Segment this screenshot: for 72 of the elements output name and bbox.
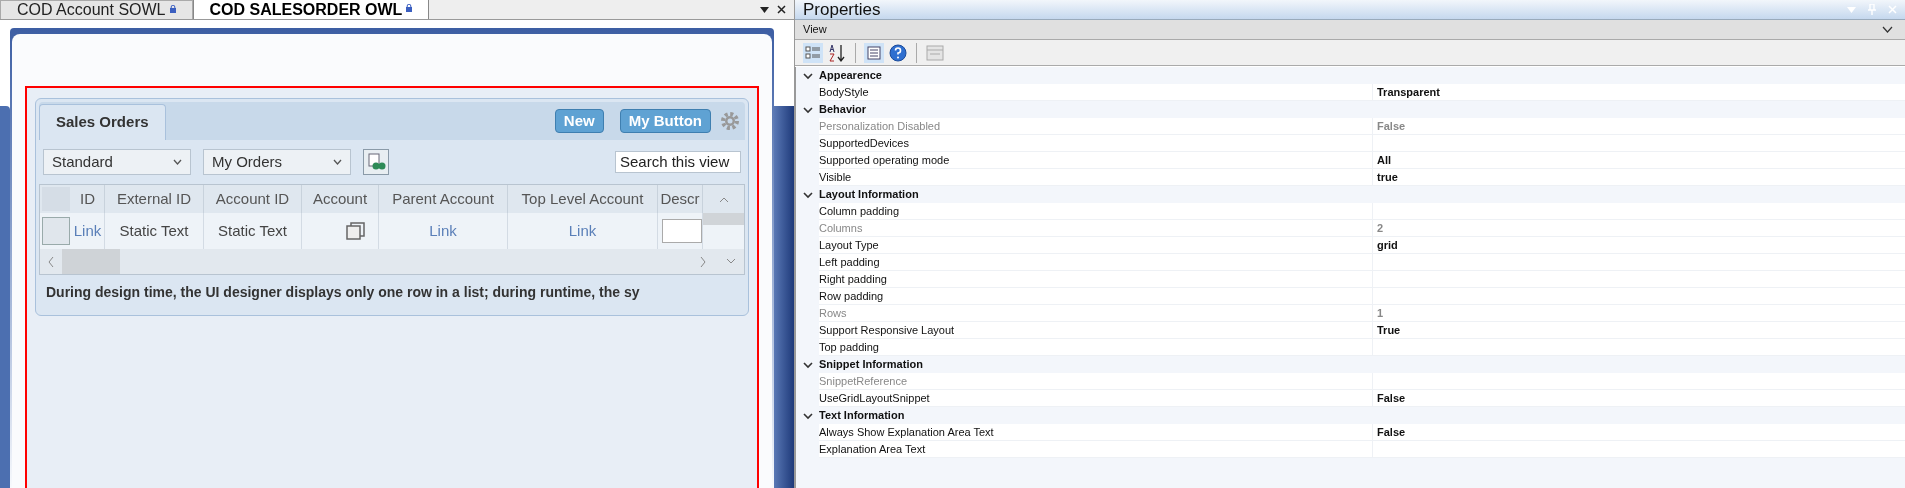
- property-name[interactable]: Row padding: [819, 287, 884, 305]
- search-field[interactable]: Search this view: [615, 151, 741, 173]
- property-name[interactable]: SupportedDevices: [819, 134, 909, 152]
- explanation-text: During design time, the UI designer displays only one row in a list; during runtime, the sy: [46, 283, 641, 302]
- property-value[interactable]: grid: [1377, 236, 1398, 254]
- property-name[interactable]: Always Show Explanation Area Text: [819, 423, 994, 441]
- scrollbar-thumb[interactable]: [62, 249, 120, 274]
- property-name[interactable]: Supported operating mode: [819, 151, 950, 169]
- column-header[interactable]: Parent Account: [379, 185, 508, 213]
- panel-title: Properties: [803, 0, 881, 21]
- chevron-down-icon[interactable]: [802, 104, 813, 115]
- category-header[interactable]: Snippet Information: [819, 356, 923, 373]
- property-name[interactable]: Right padding: [819, 270, 887, 288]
- property-name[interactable]: Explanation Area Text: [819, 440, 926, 458]
- table-link[interactable]: Link: [429, 219, 457, 243]
- copy-icon[interactable]: [346, 221, 366, 241]
- column-header[interactable]: Account ID: [204, 185, 302, 213]
- chevron-down-icon[interactable]: [802, 70, 813, 81]
- input-field[interactable]: [662, 219, 702, 243]
- binoculars-icon[interactable]: [363, 149, 389, 175]
- category-header[interactable]: Appearence: [819, 67, 882, 84]
- lock-icon: [169, 5, 176, 13]
- category-header[interactable]: Behavior: [819, 101, 867, 118]
- property-name[interactable]: BodyStyle: [819, 83, 869, 101]
- property-name[interactable]: Support Responsive Layout: [819, 321, 955, 339]
- table-cell-text: Static Text: [218, 220, 287, 241]
- panel-tab[interactable]: Sales Orders: [39, 104, 166, 140]
- document-tab[interactable]: COD Account SOWL: [0, 0, 193, 19]
- scroll-up-icon[interactable]: [718, 195, 729, 203]
- close-icon[interactable]: [777, 5, 786, 14]
- column-header[interactable]: External ID: [105, 185, 204, 213]
- property-name[interactable]: UseGridLayoutSnippet: [819, 389, 930, 407]
- window-icon[interactable]: [925, 42, 945, 63]
- column-header[interactable]: ID: [71, 185, 105, 213]
- table-cell-text: Static Text: [119, 220, 189, 241]
- chevron-down-icon: [1882, 26, 1893, 33]
- category-header[interactable]: Layout Information: [819, 186, 919, 203]
- view-dropdown[interactable]: Standard: [43, 149, 191, 175]
- chevron-down-icon[interactable]: [802, 359, 813, 370]
- property-value[interactable]: All: [1377, 151, 1392, 169]
- property-value[interactable]: True: [1377, 321, 1401, 339]
- table-link[interactable]: Link: [73, 219, 102, 243]
- caret-icon: [173, 159, 182, 165]
- property-name[interactable]: Column padding: [819, 202, 900, 220]
- view-dropdown[interactable]: View: [795, 20, 1905, 40]
- property-value[interactable]: Transparent: [1377, 83, 1440, 101]
- dropdown-icon[interactable]: [760, 6, 769, 13]
- property-name[interactable]: Top padding: [819, 338, 879, 356]
- settings-icon[interactable]: [719, 110, 741, 132]
- view-dropdown[interactable]: My Orders: [203, 149, 351, 175]
- row-header-cell[interactable]: [41, 217, 70, 245]
- help-icon[interactable]: [888, 42, 908, 63]
- column-header[interactable]: Top Level Account: [508, 185, 658, 213]
- lock-icon: [406, 4, 413, 12]
- chevron-down-icon[interactable]: [802, 410, 813, 421]
- sort-alphabetical-icon[interactable]: [827, 42, 847, 63]
- property-name[interactable]: Layout Type: [819, 236, 879, 254]
- property-value[interactable]: False: [1377, 423, 1406, 441]
- chevron-down-icon[interactable]: [802, 189, 813, 200]
- category-header[interactable]: Text Information: [819, 407, 905, 424]
- property-value[interactable]: False: [1377, 389, 1406, 407]
- caret-icon: [333, 159, 342, 165]
- column-header[interactable]: Descr: [658, 185, 703, 213]
- property-list-icon[interactable]: [864, 42, 884, 63]
- column-header[interactable]: Account: [302, 185, 379, 213]
- property-name[interactable]: Left padding: [819, 253, 880, 271]
- property-name[interactable]: Visible: [819, 168, 852, 186]
- table-link[interactable]: Link: [568, 219, 597, 243]
- property-value[interactable]: true: [1377, 168, 1398, 186]
- scroll-down-icon[interactable]: [726, 258, 736, 265]
- document-tab[interactable]: COD SALESORDER OWL: [192, 0, 430, 19]
- scrollbar-thumb[interactable]: [703, 213, 744, 225]
